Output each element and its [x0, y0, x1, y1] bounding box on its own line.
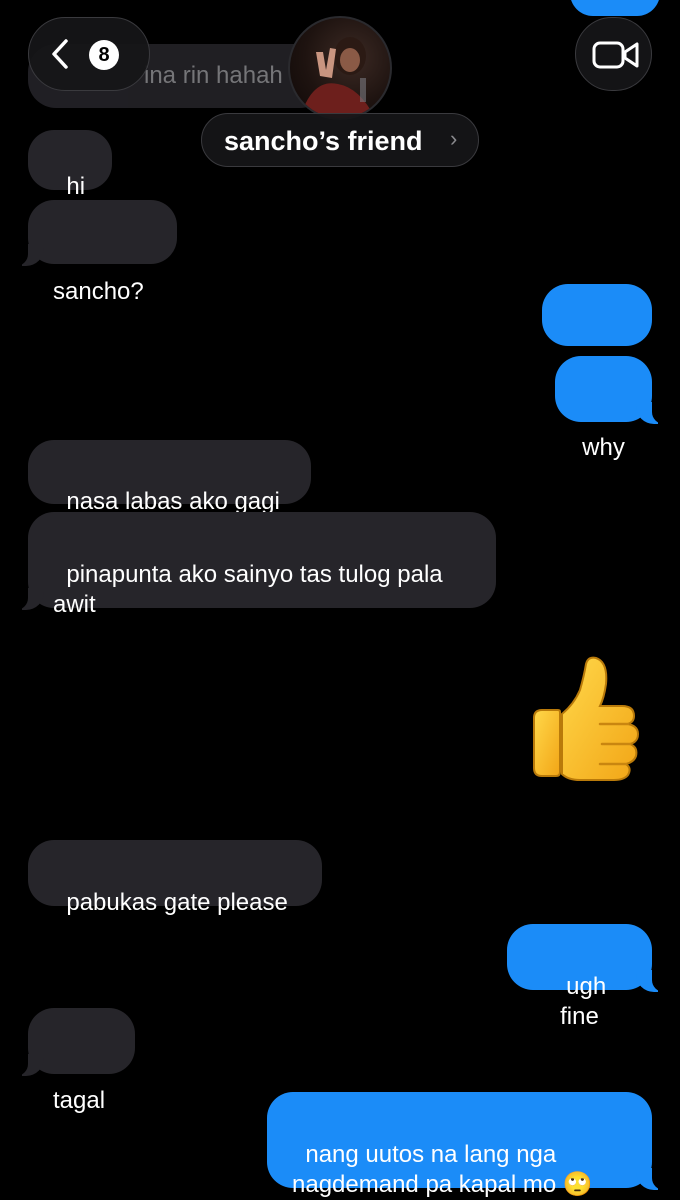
contact-avatar[interactable]	[288, 16, 392, 120]
message-text: nasa labas ako gagi	[66, 488, 280, 515]
back-button[interactable]: 8	[28, 17, 150, 91]
message-incoming[interactable]: pinapunta ako sainyo tas tulog pala awit	[14, 512, 496, 618]
message-text: pabukas gate please	[66, 889, 288, 916]
message-incoming[interactable]: sancho?	[14, 200, 177, 305]
message-incoming[interactable]: hi	[28, 130, 112, 200]
chevron-left-icon	[49, 38, 71, 75]
unread-count-badge: 8	[89, 40, 119, 70]
message-outgoing[interactable]: ugh fine	[507, 924, 666, 1030]
message-incoming[interactable]: pabukas gate please	[28, 840, 322, 916]
message-text: sancho?	[53, 278, 144, 305]
video-call-button[interactable]	[575, 17, 652, 91]
partial-outgoing-bubble	[570, 0, 660, 16]
message-incoming[interactable]: tagal	[14, 1008, 135, 1114]
thumbs-up-emoji[interactable]	[524, 654, 648, 784]
contact-name-button[interactable]: sancho’s friend ›	[201, 113, 479, 167]
message-outgoing[interactable]: tulog	[542, 284, 652, 388]
message-text: why	[582, 434, 625, 461]
message-outgoing[interactable]: nang uutos na lang nga nagdemand pa kapa…	[267, 1092, 666, 1198]
message-text: hi	[66, 173, 86, 200]
contact-name: sancho’s friend	[224, 126, 423, 156]
video-camera-icon	[592, 40, 640, 75]
message-text: ugh fine	[560, 973, 613, 1030]
message-text: pinapunta ako sainyo tas tulog pala awit	[53, 561, 443, 618]
message-incoming[interactable]: nasa labas ako gagi	[28, 440, 311, 515]
message-text: tagal	[53, 1087, 106, 1114]
partial-message-text: ina rin hahah	[144, 62, 283, 89]
message-outgoing[interactable]: why	[555, 356, 666, 461]
message-text: nang uutos na lang nga nagdemand pa kapa…	[292, 1141, 593, 1198]
chevron-right-icon: ›	[450, 126, 458, 151]
